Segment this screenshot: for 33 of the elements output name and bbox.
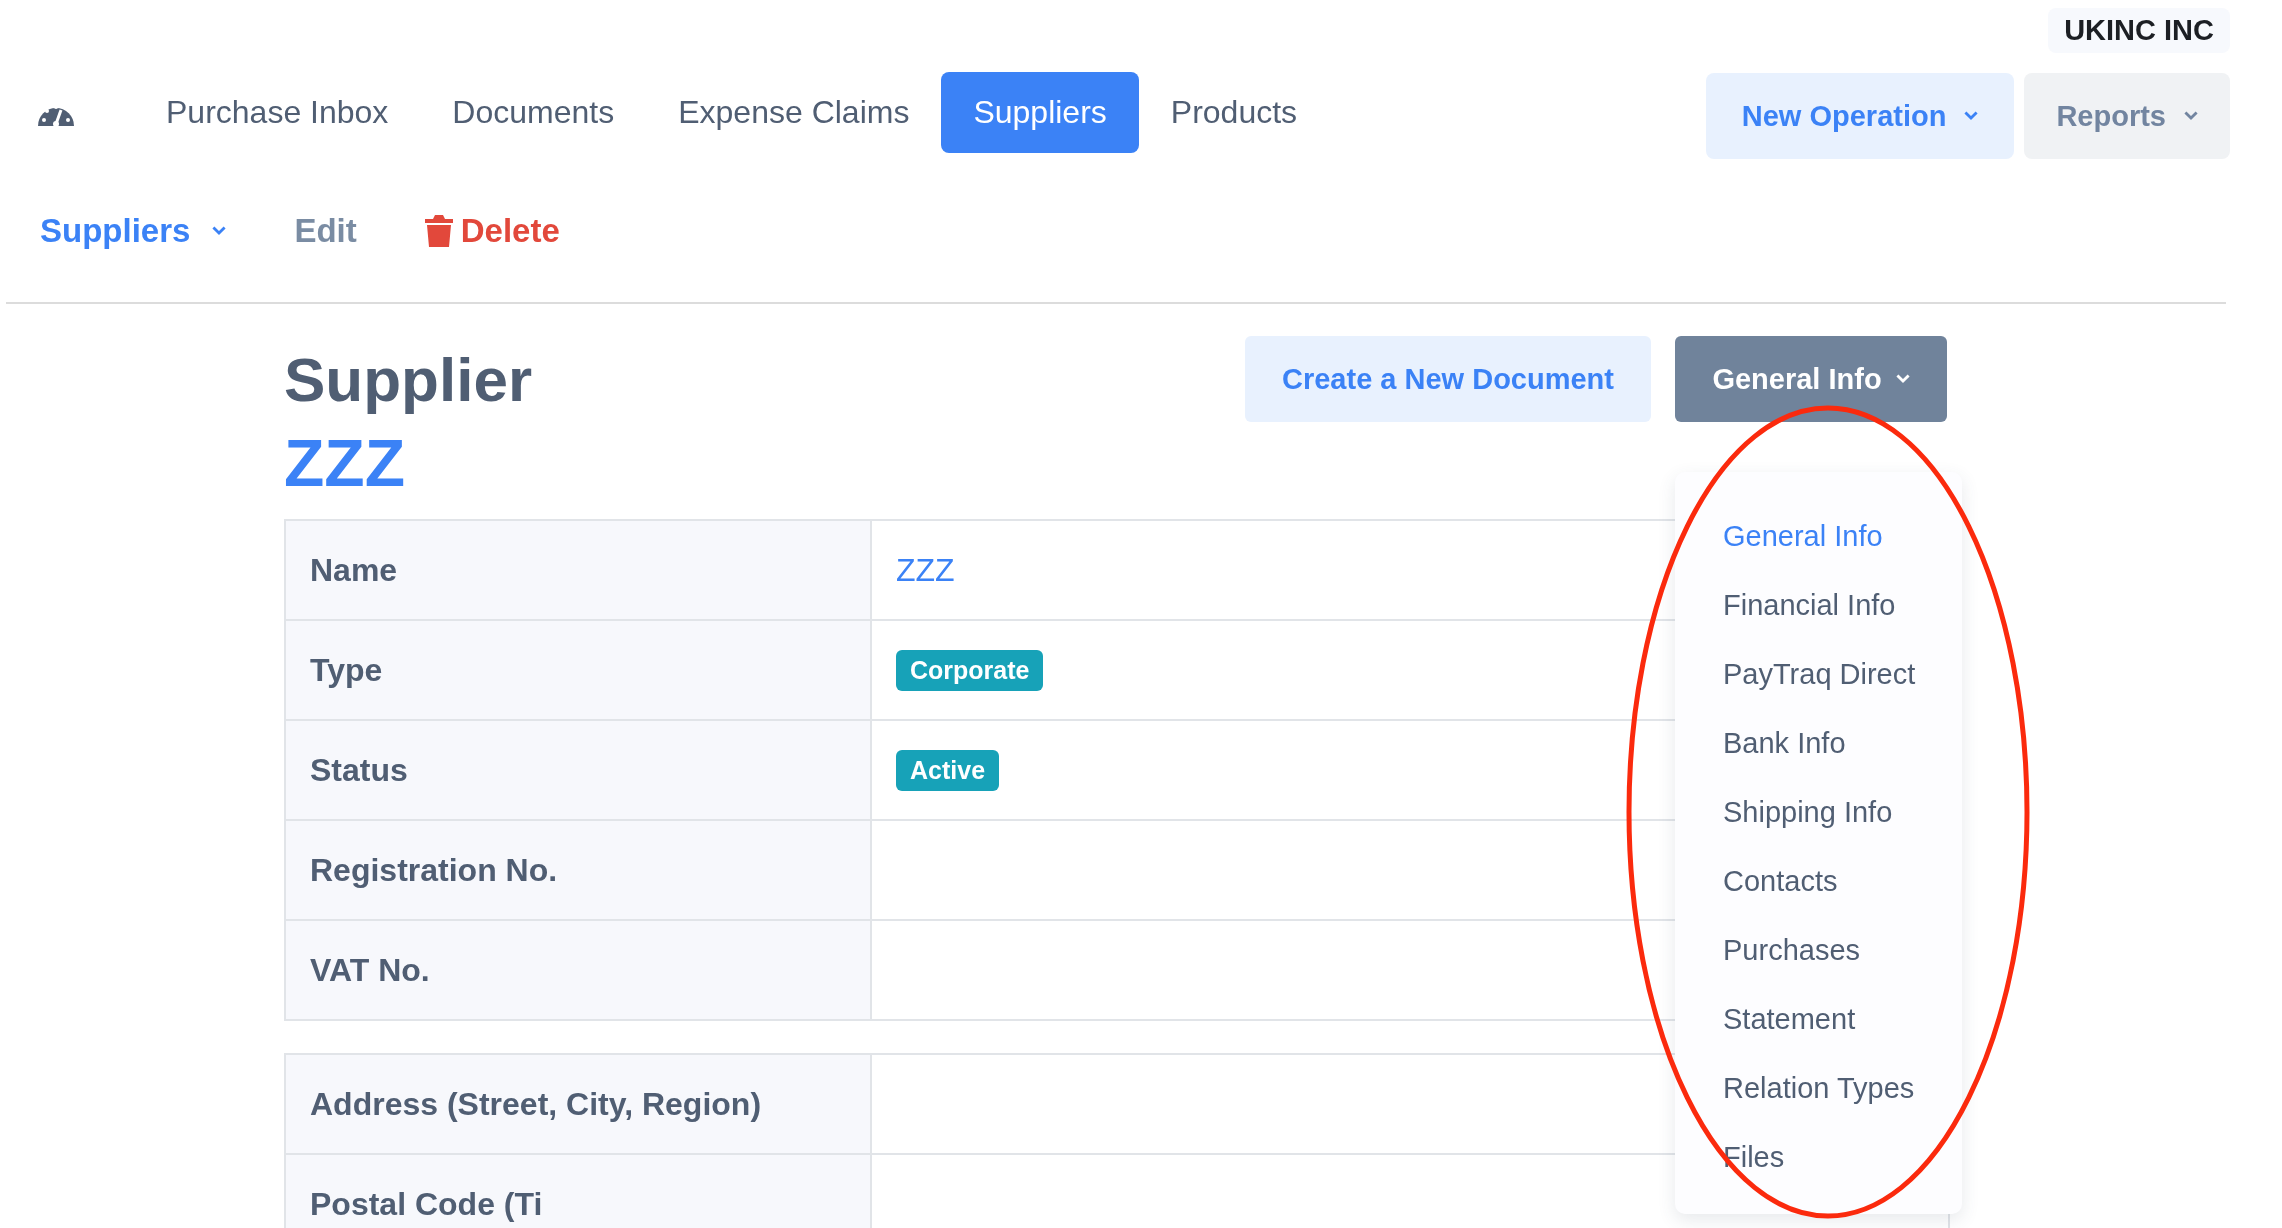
- nav-tab[interactable]: Suppliers: [941, 72, 1139, 153]
- company-name: UKINC INC: [2048, 8, 2230, 53]
- nav-tab[interactable]: Purchase Inbox: [134, 72, 421, 153]
- field-label: VAT No.: [285, 920, 871, 1020]
- reports-button[interactable]: Reports: [2024, 73, 2230, 159]
- field-label: Address (Street, City, Region): [285, 1054, 871, 1154]
- supplier-name-link[interactable]: ZZZ: [896, 551, 955, 588]
- tag: Corporate: [896, 649, 1044, 691]
- delete-button[interactable]: Delete: [424, 212, 560, 250]
- field-label: Registration No.: [285, 820, 871, 920]
- field-label: Status: [285, 720, 871, 820]
- page-title: Supplier: [284, 344, 533, 415]
- supplier-name: ZZZ: [284, 425, 406, 501]
- field-label: Name: [285, 520, 871, 620]
- nav-tab[interactable]: Products: [1138, 72, 1330, 153]
- field-label: Type: [285, 620, 871, 720]
- suppliers-menu-button[interactable]: Suppliers: [40, 212, 227, 250]
- menu-item[interactable]: Contacts: [1675, 847, 1838, 916]
- menu-item[interactable]: Financial Info: [1675, 571, 1896, 640]
- menu-item[interactable]: Files: [1675, 1123, 1785, 1192]
- section-dropdown-button[interactable]: General Info: [1675, 336, 1947, 422]
- menu-item[interactable]: Purchases: [1675, 916, 1860, 985]
- nav-tab[interactable]: Expense Claims: [646, 72, 942, 153]
- menu-item[interactable]: Bank Info: [1675, 709, 1846, 778]
- tag: Active: [896, 749, 1000, 791]
- menu-item[interactable]: PayTraq Direct: [1675, 640, 1916, 709]
- menu-item[interactable]: Statement: [1675, 985, 1856, 1054]
- nav-tab[interactable]: Documents: [420, 72, 647, 153]
- edit-button[interactable]: Edit: [294, 212, 357, 250]
- field-label: Postal Code (Ti: [285, 1154, 871, 1228]
- menu-item[interactable]: Shipping Info: [1675, 778, 1893, 847]
- menu-item[interactable]: Relation Types: [1675, 1054, 1915, 1123]
- menu-item[interactable]: General Info: [1675, 502, 1883, 571]
